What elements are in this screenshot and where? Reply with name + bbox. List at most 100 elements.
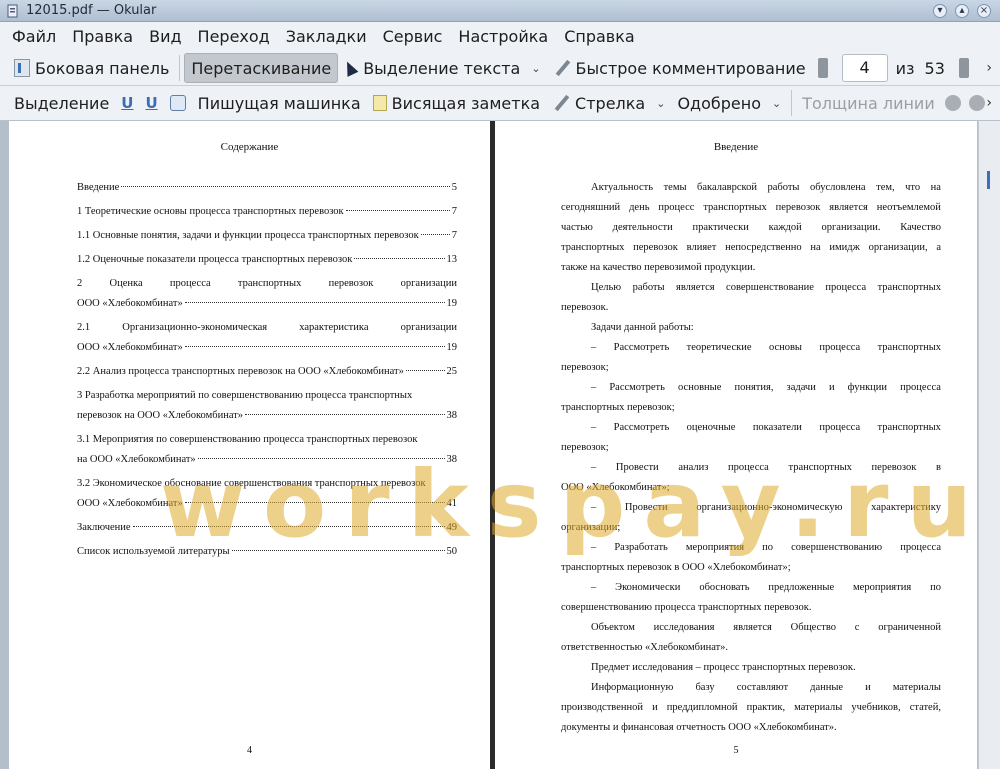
- word: анализ: [678, 462, 709, 473]
- chevron-down-icon[interactable]: ⌄: [656, 97, 665, 110]
- typewriter-tool[interactable]: Пишущая машинка: [192, 88, 367, 118]
- word: обусловлена: [810, 182, 866, 193]
- word: показатели: [752, 422, 802, 433]
- browse-tool-button[interactable]: Перетаскивание: [184, 53, 339, 83]
- word: ограниченной: [878, 622, 941, 633]
- word: каждой: [768, 222, 802, 233]
- menu-go[interactable]: Переход: [190, 27, 278, 46]
- toc-entry[interactable]: 2 Оценка процесса транспортных перевозок орга…: [77, 274, 457, 314]
- scrollbar-handle[interactable]: [987, 171, 990, 189]
- toc-entry-line: 3.1 Мероприятия по совершенствованию про…: [77, 434, 418, 445]
- word: Общество: [790, 622, 836, 633]
- word: мероприятия: [685, 542, 745, 553]
- page-number-input[interactable]: 4: [841, 54, 888, 82]
- text-line: документы и финансовая отчетность ООО «Х…: [561, 722, 837, 733]
- chevron-down-icon[interactable]: ⌄: [531, 62, 540, 75]
- page-number: 5: [733, 745, 739, 756]
- menu-view[interactable]: Вид: [141, 27, 189, 46]
- page-of-label: из: [895, 58, 915, 78]
- word: влияет: [686, 242, 717, 253]
- menu-file[interactable]: Файл: [4, 27, 64, 46]
- popup-note-tool[interactable]: Висящая заметка: [367, 88, 546, 118]
- toc-entry[interactable]: 1.2 Оценочные показатели процесса трансп…: [77, 250, 457, 270]
- toc-page: 25: [446, 366, 458, 377]
- sidebar-button[interactable]: Боковая панель: [8, 53, 175, 83]
- toc-title: 1 Теоретические основы процесса транспор…: [77, 206, 344, 217]
- text-line: транспортных перевозок влияет непосредствен…: [561, 238, 941, 258]
- font-icon[interactable]: [968, 95, 985, 111]
- word: транспортных: [877, 342, 941, 353]
- chevron-down-icon[interactable]: ⌄: [772, 97, 781, 110]
- highlight-label: Выделение: [14, 93, 110, 113]
- word: Рассмотреть: [609, 382, 665, 393]
- vertical-scrollbar[interactable]: [978, 121, 1000, 769]
- line-width-control[interactable]: Толщина линии: [796, 88, 941, 118]
- page-total-label: 53: [924, 58, 945, 78]
- toc-entry-line: Список используемой литературы 50: [77, 542, 457, 562]
- document-viewport[interactable]: Содержание Введение 5 1 Теоретические осно…: [0, 121, 1000, 769]
- toc-entry[interactable]: 3 Разработка мероприятий по совершенство…: [77, 386, 457, 426]
- menu-bookmarks[interactable]: Закладки: [278, 27, 375, 46]
- toc-entry[interactable]: 2.2 Анализ процесса транспортных перевоз…: [77, 362, 457, 382]
- toc-word: характеристика: [299, 322, 369, 333]
- toc-leader: [184, 502, 445, 503]
- maximize-icon[interactable]: ▴: [955, 4, 969, 18]
- text-line: ООО «Хлебокомбинат»;: [561, 482, 670, 493]
- toolbar-overflow-icon[interactable]: ›: [986, 95, 992, 111]
- toc-word: перевозок: [328, 278, 374, 289]
- arrow-label: Стрелка: [575, 93, 646, 113]
- toc-entry[interactable]: Список используемой литературы 50: [77, 542, 457, 562]
- stamp-tool[interactable]: [164, 88, 192, 118]
- word: что: [905, 182, 921, 193]
- toc-entry[interactable]: 1 Теоретические основы процесса транспор…: [77, 202, 457, 222]
- word: с: [854, 622, 860, 633]
- toc-entry[interactable]: 2.1 Организационно-экономическая характери…: [77, 318, 457, 358]
- word: процесса: [728, 462, 769, 473]
- menu-help[interactable]: Справка: [556, 27, 643, 46]
- text-line: перевозок;: [561, 362, 609, 373]
- text-line: транспортных перевозок;: [561, 402, 675, 413]
- toc-word: 2: [77, 278, 83, 289]
- quick-annotations-button[interactable]: Быстрое комментирование: [547, 53, 812, 83]
- toc-word: Оценка: [109, 278, 143, 289]
- word: составляют: [736, 682, 789, 693]
- squiggle-tool[interactable]: U: [139, 88, 163, 118]
- menu-edit[interactable]: Правка: [64, 27, 141, 46]
- word: совершенствованию: [791, 542, 883, 553]
- toc-title: 1.2 Оценочные показатели процесса трансп…: [77, 254, 353, 265]
- toc-title: 2.2 Анализ процесса транспортных перевоз…: [77, 366, 404, 377]
- toc-entry[interactable]: 3.1 Мероприятия по совершенствованию про…: [77, 430, 457, 470]
- word: работы: [767, 182, 800, 193]
- quick-annotations-label: Быстрое комментирование: [575, 58, 806, 78]
- word: материалы: [892, 682, 941, 693]
- toc-entry[interactable]: 1.1 Основные понятия, задачи и функции п…: [77, 226, 457, 246]
- word: процесс: [658, 202, 695, 213]
- toc-entry[interactable]: 3.2 Экономическое обоснование совершенст…: [77, 474, 457, 514]
- text-line: Целью работы является совершенствование проц…: [561, 278, 941, 298]
- toc-title: Введение: [77, 182, 120, 193]
- word: перевозок: [871, 462, 917, 473]
- word: Объектом: [591, 622, 635, 633]
- text-selection-button[interactable]: Выделение текста ⌄: [338, 53, 546, 83]
- word: имидж: [829, 242, 860, 253]
- close-icon[interactable]: ×: [977, 4, 991, 18]
- color-icon[interactable]: [944, 95, 961, 111]
- highlight-tool[interactable]: Выделение: [8, 88, 115, 118]
- text-line: производственной и преддипломной практик, ма…: [561, 698, 941, 718]
- approved-stamp-tool[interactable]: Одобрено ⌄: [671, 88, 787, 118]
- page-5: Введение Актуальность темы бакалаврской раб…: [495, 121, 977, 769]
- toc-entry[interactable]: Заключение 49: [77, 518, 457, 538]
- minimize-icon[interactable]: ▾: [933, 4, 947, 18]
- browse-tool-label: Перетаскивание: [191, 58, 332, 78]
- text-selection-label: Выделение текста: [363, 58, 521, 78]
- toc-entry[interactable]: Введение 5: [77, 178, 457, 198]
- menu-tools[interactable]: Сервис: [375, 27, 451, 46]
- toolbar-overflow-icon[interactable]: ›: [986, 60, 992, 76]
- menu-settings[interactable]: Настройка: [450, 27, 556, 46]
- page-4: Содержание Введение 5 1 Теоретические осно…: [9, 121, 490, 769]
- underline-tool[interactable]: U: [115, 88, 139, 118]
- toc-page: 50: [446, 546, 458, 557]
- previous-page-icon[interactable]: [817, 58, 828, 78]
- arrow-tool[interactable]: Стрелка ⌄: [546, 88, 671, 118]
- next-page-icon[interactable]: [958, 58, 969, 78]
